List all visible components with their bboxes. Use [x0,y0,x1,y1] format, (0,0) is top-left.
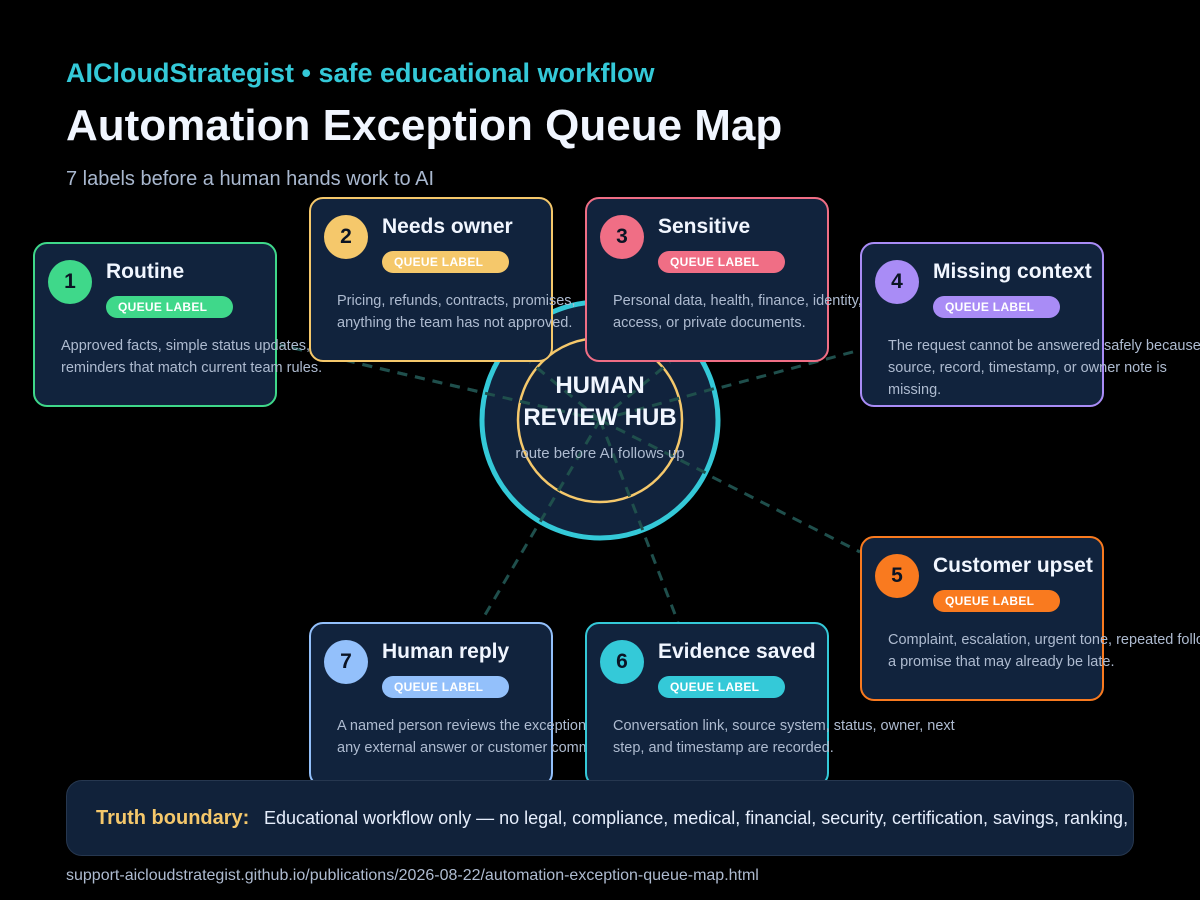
queue-label-pill: QUEUE LABEL [933,296,1060,318]
card-description: Conversation link, source system, status… [613,718,955,756]
queue-card-evidence-saved: 6 Evidence saved QUEUE LABEL Conversatio… [585,622,955,787]
hub-title: HUMAN REVIEW HUB [523,372,677,431]
queue-label-pill: QUEUE LABEL [106,296,233,318]
card-title: Evidence saved [658,640,816,663]
queue-card-sensitive: 3 Sensitive QUEUE LABEL Personal data, h… [585,197,862,362]
card-number-badge: 2 [324,215,368,259]
card-number-badge: 1 [48,260,92,304]
hub-subtitle: route before AI follows up [515,445,685,462]
card-number-badge: 7 [324,640,368,684]
card-number-badge: 4 [875,260,919,304]
card-title: Missing context [933,260,1092,283]
card-title: Sensitive [658,215,751,238]
queue-label-pill: QUEUE LABEL [933,590,1060,612]
card-number-badge: 3 [600,215,644,259]
card-description: The request cannot be answered safely be… [888,338,1200,398]
card-number-badge: 5 [875,554,919,598]
truth-boundary-box: Truth boundary: Educational workflow onl… [66,780,1134,856]
queue-label-pill: QUEUE LABEL [382,251,509,273]
queue-card-routine: 1 Routine QUEUE LABEL Approved facts, si… [33,242,322,407]
queue-card-customer-upset: 5 Customer upset QUEUE LABEL Complaint, … [860,536,1200,701]
queue-card-needs-owner: 2 Needs owner QUEUE LABEL Pricing, refun… [309,197,576,362]
queue-label-pill: QUEUE LABEL [382,676,509,698]
card-description: Approved facts, simple status updates, r… [61,338,323,376]
queue-label-pill: QUEUE LABEL [658,251,785,273]
truth-boundary-text: Educational workflow only — no legal, co… [264,808,1133,828]
card-title: Human reply [382,640,510,663]
truth-boundary-label: Truth boundary: [96,807,250,829]
queue-label-pill: QUEUE LABEL [658,676,785,698]
queue-card-human-reply: 7 Human reply QUEUE LABEL A named person… [309,622,634,787]
card-number-badge: 6 [600,640,644,684]
card-title: Needs owner [382,215,513,238]
card-title: Customer upset [933,554,1093,577]
card-description: Pricing, refunds, contracts, promises, a… [337,293,576,331]
source-url: support-aicloudstrategist.github.io/publ… [66,867,759,884]
queue-card-missing-context: 4 Missing context QUEUE LABEL The reques… [860,242,1200,407]
card-description: Complaint, escalation, urgent tone, repe… [888,632,1200,670]
card-description: Personal data, health, finance, identity… [613,293,862,331]
card-title: Routine [106,260,185,283]
